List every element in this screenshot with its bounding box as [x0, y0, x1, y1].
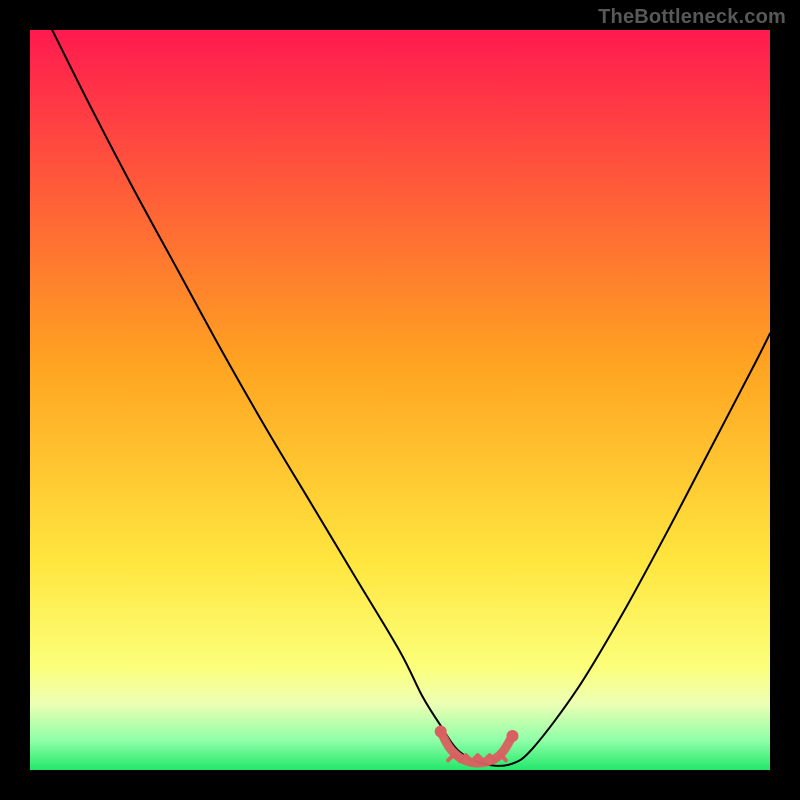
- chart-container: TheBottleneck.com: [0, 0, 800, 800]
- watermark-text: TheBottleneck.com: [598, 6, 786, 29]
- gradient-background: [30, 30, 770, 770]
- low-region-dot-right: [506, 730, 518, 742]
- low-region-dot-left: [435, 726, 447, 738]
- plot-svg: [30, 30, 770, 770]
- plot-area: [30, 30, 770, 770]
